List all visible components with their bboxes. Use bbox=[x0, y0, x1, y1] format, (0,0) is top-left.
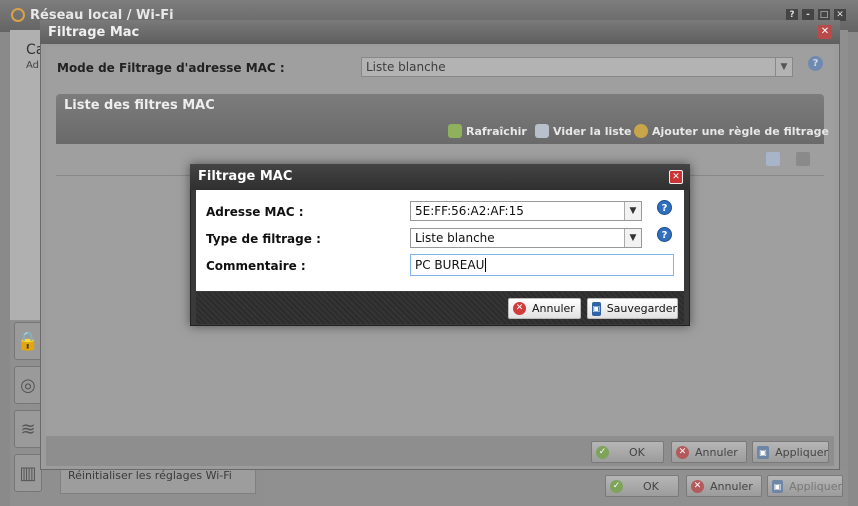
background-cancel-label: Annuler bbox=[710, 479, 753, 493]
chevron-down-icon[interactable]: ▼ bbox=[775, 58, 792, 76]
dialog-ok-label: OK bbox=[629, 445, 645, 459]
mac-filter-modal-title: Filtrage MAC bbox=[190, 164, 690, 190]
refresh-icon bbox=[448, 124, 462, 138]
refresh-button[interactable]: Rafraîchir bbox=[448, 124, 527, 138]
filter-type-value: Liste blanche bbox=[415, 231, 495, 245]
save-icon: ▣ bbox=[772, 479, 784, 493]
cancel-button[interactable]: ✕ Annuler bbox=[508, 298, 581, 319]
comment-input[interactable]: PC BUREAU bbox=[410, 254, 674, 276]
check-icon: ✓ bbox=[610, 479, 623, 493]
cancel-icon: ✕ bbox=[676, 445, 689, 459]
save-icon: ▣ bbox=[757, 445, 770, 459]
refresh-label: Rafraîchir bbox=[466, 124, 527, 138]
lock-icon[interactable]: 🔒 bbox=[14, 322, 42, 360]
close-icon[interactable]: ✕ bbox=[669, 170, 683, 184]
add-rule-icon bbox=[634, 124, 648, 138]
background-sidebar-panel bbox=[10, 30, 40, 320]
filter-mode-select[interactable]: Liste blanche ▼ bbox=[361, 57, 793, 77]
comment-value: PC BUREAU bbox=[415, 258, 485, 272]
save-icon: ▣ bbox=[592, 301, 601, 316]
dialog-cancel-button[interactable]: ✕ Annuler bbox=[671, 441, 747, 463]
mac-address-help-icon[interactable]: ? bbox=[657, 200, 672, 215]
dialog-ok-button[interactable]: ✓ OK bbox=[591, 441, 664, 463]
wifi-settings-icon[interactable]: ◎ bbox=[14, 366, 42, 404]
filter-mode-help-icon[interactable]: ? bbox=[808, 56, 823, 71]
dialog-apply-button[interactable]: ▣ Appliquer bbox=[752, 441, 829, 463]
cancel-icon: ✕ bbox=[513, 302, 526, 315]
mac-address-select[interactable]: 5E:FF:56:A2:AF:15 ▼ bbox=[410, 201, 642, 221]
dialog-apply-label: Appliquer bbox=[775, 445, 828, 459]
filter-mode-label: Mode de Filtrage d'adresse MAC : bbox=[57, 61, 285, 75]
trash-icon[interactable]: ▥ bbox=[14, 454, 42, 492]
dialog-cancel-label: Annuler bbox=[695, 445, 738, 459]
delete-icon[interactable] bbox=[796, 152, 810, 166]
clear-list-button[interactable]: Vider la liste bbox=[535, 124, 632, 138]
background-ok-label: OK bbox=[643, 479, 659, 493]
chevron-down-icon[interactable]: ▼ bbox=[624, 229, 641, 247]
filter-list-title: Liste des filtres MAC bbox=[64, 98, 215, 113]
cancel-label: Annuler bbox=[532, 302, 575, 315]
edit-icon[interactable] bbox=[766, 152, 780, 166]
background-cancel-button[interactable]: ✕ Annuler bbox=[686, 475, 762, 497]
save-label: Sauvegarder bbox=[606, 302, 677, 315]
filter-type-label: Type de filtrage : bbox=[206, 232, 321, 246]
background-apply-label: Appliquer bbox=[789, 479, 842, 493]
text-cursor bbox=[485, 258, 487, 272]
filter-type-select[interactable]: Liste blanche ▼ bbox=[410, 228, 642, 248]
add-rule-button[interactable]: Ajouter une règle de filtrage bbox=[634, 124, 829, 138]
filter-mode-value: Liste blanche bbox=[366, 60, 446, 74]
wifi-icon[interactable]: ≋ bbox=[14, 410, 42, 448]
background-apply-button[interactable]: ▣ Appliquer bbox=[767, 475, 843, 497]
mac-address-label: Adresse MAC : bbox=[206, 205, 304, 219]
add-rule-label: Ajouter une règle de filtrage bbox=[652, 124, 829, 138]
cancel-icon: ✕ bbox=[691, 479, 704, 493]
save-button[interactable]: ▣ Sauvegarder bbox=[587, 298, 678, 319]
mac-address-value: 5E:FF:56:A2:AF:15 bbox=[415, 204, 524, 218]
mac-filter-dialog-title: Filtrage Mac bbox=[40, 20, 840, 44]
filter-type-help-icon[interactable]: ? bbox=[657, 227, 672, 242]
check-icon: ✓ bbox=[596, 445, 609, 459]
reset-wifi-label: Réinitialiser les réglages Wi-Fi bbox=[68, 469, 232, 482]
mac-filter-dialog-close-icon[interactable]: ✕ bbox=[818, 25, 832, 39]
clear-list-label: Vider la liste bbox=[553, 124, 632, 138]
comment-label: Commentaire : bbox=[206, 259, 306, 273]
clear-list-icon bbox=[535, 124, 549, 138]
background-partial-subtitle: Ad bbox=[26, 60, 40, 71]
background-ok-button[interactable]: ✓ OK bbox=[605, 475, 679, 497]
chevron-down-icon[interactable]: ▼ bbox=[624, 202, 641, 220]
wifi-logo-icon bbox=[11, 8, 25, 22]
